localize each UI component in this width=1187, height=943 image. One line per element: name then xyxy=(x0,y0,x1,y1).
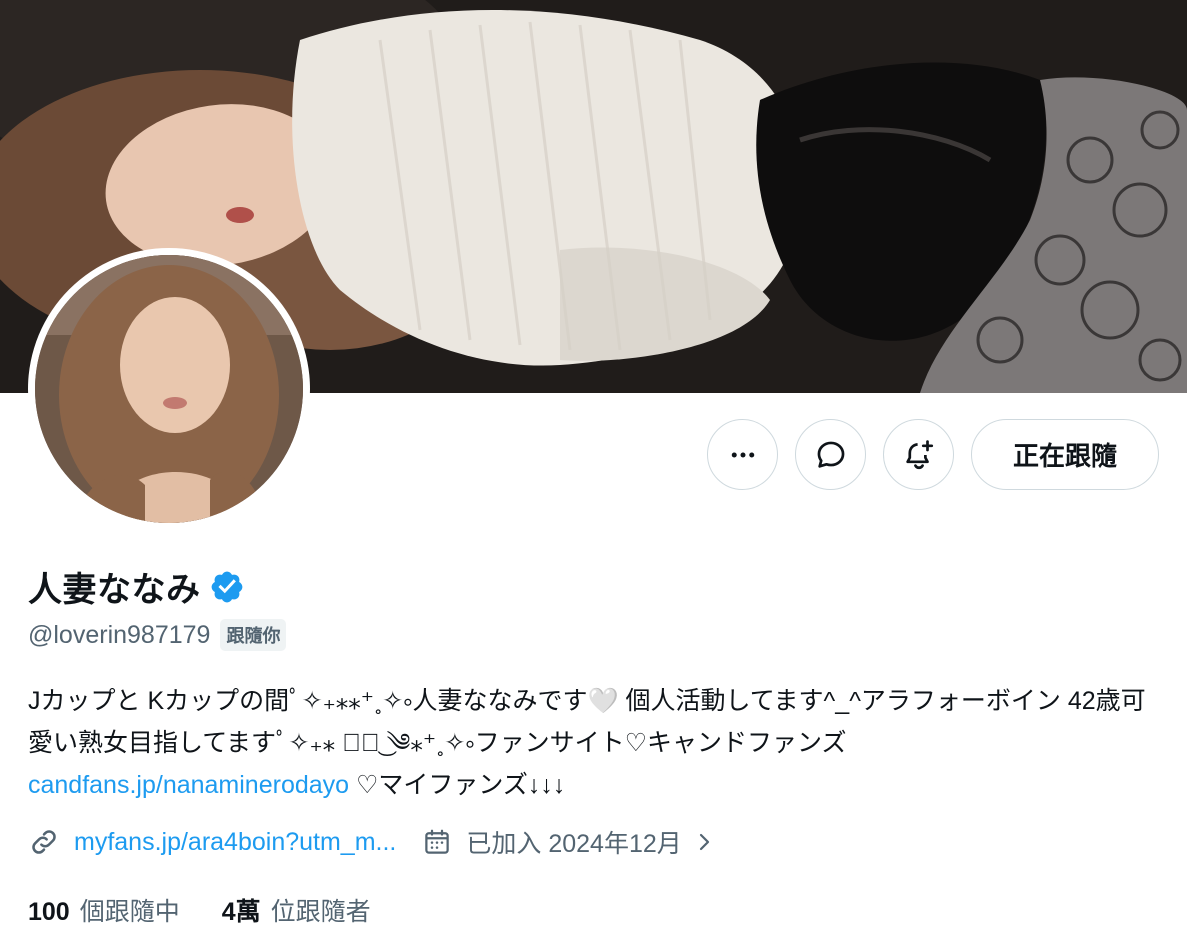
more-horizontal-icon xyxy=(731,452,754,457)
following-label: 個跟隨中 xyxy=(79,898,180,926)
message-bubble-icon xyxy=(817,441,844,468)
user-handle: @loverin987179 xyxy=(28,620,211,649)
joined-date: 已加入 2024年12月 xyxy=(466,830,682,858)
display-name: 人妻ななみ xyxy=(28,571,201,609)
following-stat[interactable]: 100 個跟隨中 xyxy=(28,892,180,928)
bio-link-candfans[interactable]: candfans.jp/nanaminerodayo xyxy=(28,771,349,799)
more-button[interactable] xyxy=(707,419,778,490)
follows-you-badge: 跟隨你 xyxy=(220,619,287,651)
following-button-label: 正在跟隨 xyxy=(1012,441,1117,471)
profile-bio: Jカップと Kカップの間ﾟ✧₊⁎⁎⁺˳✧༚人妻ななみです🤍 個人活動してます^_… xyxy=(28,680,1163,806)
calendar-icon xyxy=(425,829,450,854)
bell-plus-icon xyxy=(905,439,933,469)
website-item[interactable]: myfans.jp/ara4boin?utm_m... xyxy=(28,826,396,858)
bio-text: Jカップと Kカップの間ﾟ✧₊⁎⁎⁺˳✧༚人妻ななみです🤍 個人活動してます^_… xyxy=(28,687,1146,757)
website-link[interactable]: myfans.jp/ara4boin?utm_m... xyxy=(74,828,396,857)
profile-avatar[interactable] xyxy=(28,248,310,530)
chevron-right-icon xyxy=(699,833,709,851)
message-button[interactable] xyxy=(795,419,866,490)
handle-row: @loverin987179 跟隨你 xyxy=(28,619,287,651)
following-count: 100 xyxy=(28,898,70,926)
followers-stat[interactable]: 4萬 位跟隨者 xyxy=(222,892,371,928)
joined-item[interactable]: 已加入 2024年12月 xyxy=(422,824,715,860)
link-icon xyxy=(32,830,56,854)
profile-meta: myfans.jp/ara4boin?utm_m... 已加入 2024年12月 xyxy=(28,824,742,860)
avatar-image xyxy=(35,255,303,523)
bio-text-end: ♡マイファンズ↓↓↓ xyxy=(349,771,566,799)
followers-count: 4萬 xyxy=(221,898,261,926)
notify-button[interactable] xyxy=(883,419,954,490)
name-row: 人妻ななみ xyxy=(28,562,245,611)
followers-label: 位跟隨者 xyxy=(270,898,371,926)
following-button[interactable]: 正在跟隨 xyxy=(971,419,1159,490)
profile-stats: 100 個跟隨中 4萬 位跟隨者 xyxy=(28,892,413,928)
verified-badge-icon[interactable] xyxy=(209,569,245,605)
